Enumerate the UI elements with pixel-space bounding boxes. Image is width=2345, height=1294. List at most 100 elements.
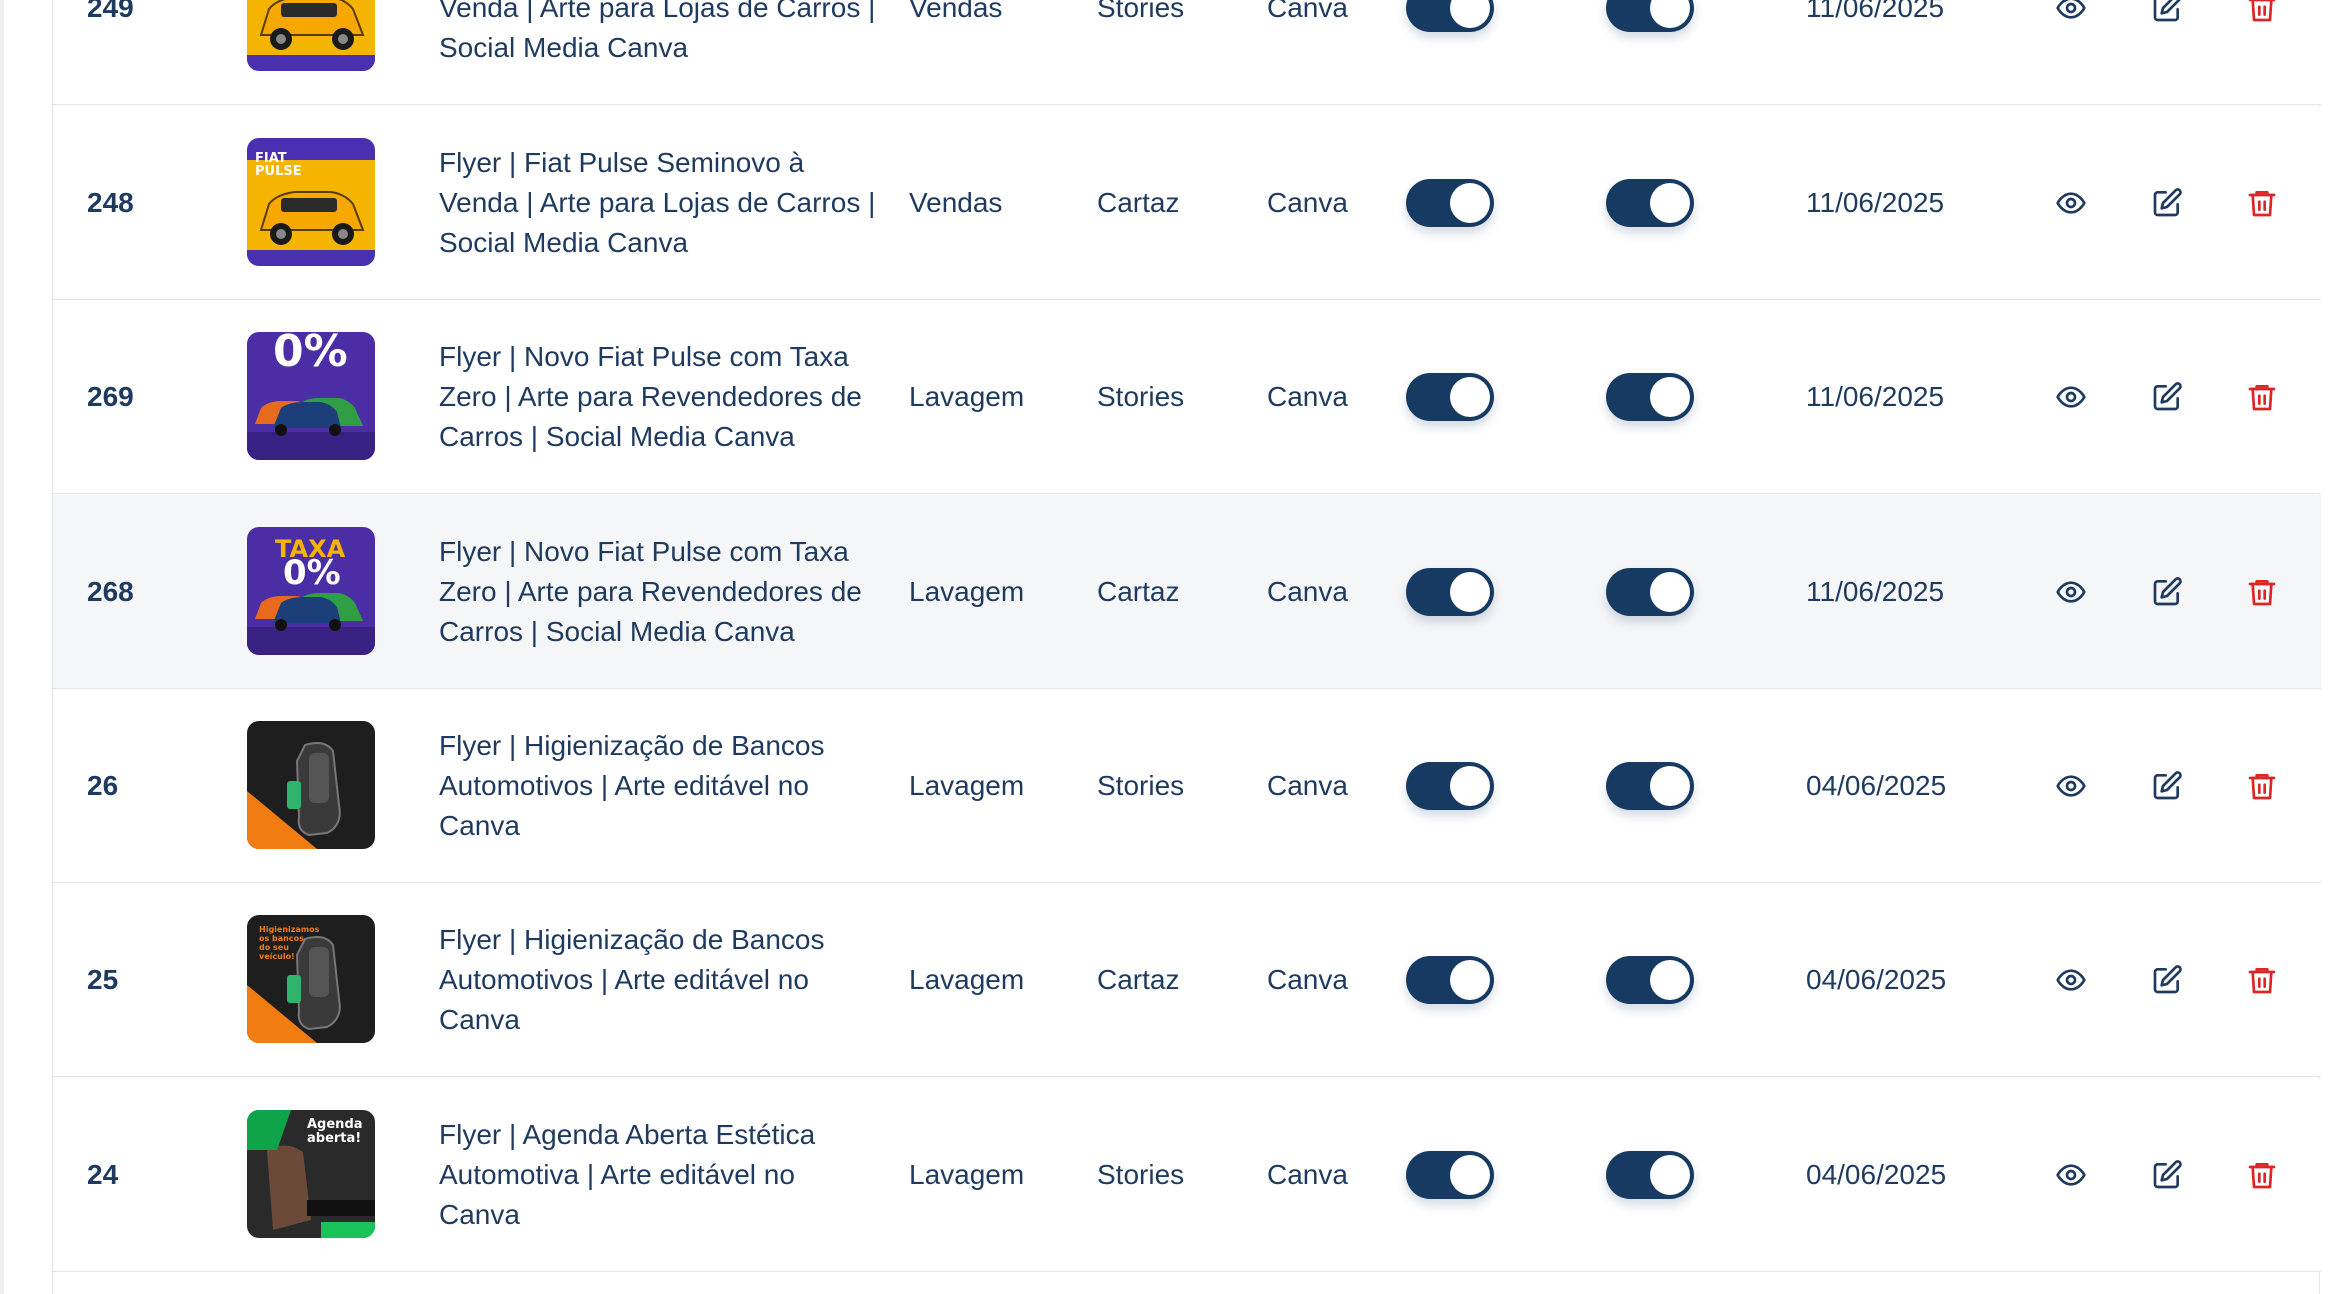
edit-icon[interactable] (2151, 381, 2183, 413)
row-title-cell: Flyer | Novo Fiat Pulse com Taxa Zero | … (439, 495, 879, 688)
row-format: Stories (1097, 380, 1185, 412)
row-date: 11/06/2025 (1806, 575, 1945, 607)
trash-icon[interactable] (2246, 1159, 2278, 1191)
template-thumbnail[interactable]: Higienizamos os bancos do seu veículo! (247, 915, 375, 1043)
template-thumbnail[interactable]: Agenda aberta! (247, 1110, 375, 1238)
row-title: Flyer | Fiat Pulse Seminovo à Venda | Ar… (439, 0, 876, 63)
edit-icon[interactable] (2151, 0, 2183, 24)
row-date: 04/06/2025 (1806, 1158, 1947, 1190)
eye-icon[interactable] (2055, 187, 2087, 219)
row-title: Flyer | Agenda Aberta Estética Automotiv… (439, 1118, 816, 1230)
toggle-knob (1650, 765, 1690, 806)
toggle-knob (1650, 376, 1690, 417)
row-title-cell: Flyer | Higienização de Bancos Automotiv… (439, 689, 879, 882)
trash-icon[interactable] (2246, 381, 2278, 413)
row-tool: Canva (1267, 963, 1348, 995)
toggle-knob (1650, 571, 1690, 612)
table-row[interactable]: 24 Agenda aberta! Flyer | Agenda Aberta Es… (53, 1078, 2321, 1272)
active-toggle[interactable] (1406, 178, 1494, 227)
edit-icon[interactable] (2151, 576, 2183, 608)
eye-icon[interactable] (2055, 0, 2087, 24)
thumb-zero-text: 0% (273, 332, 348, 377)
template-thumbnail[interactable] (247, 0, 375, 71)
active-toggle[interactable] (1406, 372, 1494, 421)
toggle-knob (1450, 571, 1490, 612)
featured-toggle[interactable] (1606, 372, 1694, 421)
toggle-knob (1450, 765, 1490, 806)
featured-toggle[interactable] (1606, 178, 1694, 227)
toggle-knob (1450, 1154, 1490, 1195)
toggle-knob (1450, 376, 1490, 417)
featured-toggle[interactable] (1606, 567, 1694, 616)
row-format: Cartaz (1097, 963, 1180, 995)
active-toggle[interactable] (1406, 1150, 1494, 1199)
row-title-cell: Flyer | Higienização de Bancos Automotiv… (439, 883, 879, 1076)
featured-toggle[interactable] (1606, 761, 1694, 810)
row-id: 268 (87, 575, 134, 607)
toggle-knob (1450, 182, 1490, 223)
active-toggle[interactable] (1406, 567, 1494, 616)
table-row[interactable]: 26 Flyer | Higienização de Bancos Automot… (53, 689, 2321, 883)
table-row[interactable]: 268 TAXA 0% Flyer | Novo Fiat Pulse com Tax… (53, 495, 2321, 689)
active-toggle[interactable] (1406, 761, 1494, 810)
row-id: 25 (87, 963, 119, 995)
row-format: Stories (1097, 1158, 1185, 1190)
table-row[interactable]: 269 0% Flyer | Novo Fiat Pulse com Taxa Ze… (53, 300, 2321, 494)
row-id: 26 (87, 769, 119, 801)
thumb-fiat-pulse-text: FIAT PULSE (255, 151, 302, 179)
page-left-edge (0, 0, 4, 1294)
row-title: Flyer | Higienização de Bancos Automotiv… (439, 729, 825, 841)
row-title: Flyer | Higienização de Bancos Automotiv… (439, 923, 825, 1035)
toggle-knob (1450, 0, 1490, 28)
trash-icon[interactable] (2246, 964, 2278, 996)
template-thumbnail[interactable]: TAXA 0% (247, 527, 375, 655)
table-row[interactable]: 25 Higienizamos os bancos do seu veículo!… (53, 883, 2321, 1077)
featured-toggle[interactable] (1606, 0, 1694, 32)
row-title-cell: Flyer | Novo Fiat Pulse com Taxa Zero | … (439, 300, 879, 493)
template-thumbnail[interactable]: FIAT PULSE (247, 138, 375, 266)
trash-icon[interactable] (2246, 770, 2278, 802)
row-format: Stories (1097, 0, 1185, 23)
row-id: 269 (87, 380, 134, 412)
featured-toggle[interactable] (1606, 1150, 1694, 1199)
row-format: Cartaz (1097, 575, 1180, 607)
trash-icon[interactable] (2246, 576, 2278, 608)
eye-icon[interactable] (2055, 576, 2087, 608)
table-row[interactable]: 249 Flyer | Fiat Pulse Seminovo à Venda |… (53, 0, 2321, 105)
row-format: Stories (1097, 769, 1185, 801)
eye-icon[interactable] (2055, 770, 2087, 802)
trash-icon[interactable] (2246, 187, 2278, 219)
row-id: 248 (87, 186, 134, 218)
template-thumbnail[interactable]: 0% (247, 332, 375, 460)
table-row[interactable]: 248 FIAT PULSE Flyer | Fiat Pulse Seminovo… (53, 106, 2321, 300)
page-right-margin (2321, 0, 2345, 1294)
row-tool: Canva (1267, 0, 1348, 23)
row-title: Flyer | Novo Fiat Pulse com Taxa Zero | … (439, 535, 862, 647)
active-toggle[interactable] (1406, 0, 1494, 32)
row-id: 24 (87, 1158, 119, 1190)
toggle-knob (1650, 182, 1690, 223)
edit-icon[interactable] (2151, 1159, 2183, 1191)
active-toggle[interactable] (1406, 955, 1494, 1004)
row-title: Flyer | Novo Fiat Pulse com Taxa Zero | … (439, 340, 862, 452)
toggle-knob (1650, 0, 1690, 28)
row-id: 249 (87, 0, 134, 23)
edit-icon[interactable] (2151, 187, 2183, 219)
eye-icon[interactable] (2055, 964, 2087, 996)
featured-toggle[interactable] (1606, 955, 1694, 1004)
row-date: 04/06/2025 (1806, 769, 1947, 801)
row-tool: Canva (1267, 769, 1348, 801)
row-title-cell: Flyer | Agenda Aberta Estética Automotiv… (439, 1078, 879, 1271)
row-title-cell: Flyer | Fiat Pulse Seminovo à Venda | Ar… (439, 106, 879, 299)
trash-icon[interactable] (2246, 0, 2278, 24)
eye-icon[interactable] (2055, 381, 2087, 413)
thumb-zero-text: 0% (283, 553, 341, 593)
row-date: 11/06/2025 (1806, 186, 1945, 218)
row-title: Flyer | Fiat Pulse Seminovo à Venda | Ar… (439, 146, 876, 258)
edit-icon[interactable] (2151, 770, 2183, 802)
template-thumbnail[interactable] (247, 721, 375, 849)
row-format: Cartaz (1097, 186, 1180, 218)
eye-icon[interactable] (2055, 1159, 2087, 1191)
templates-table: 249 Flyer | Fiat Pulse Seminovo à Venda |… (52, 0, 2321, 1294)
edit-icon[interactable] (2151, 964, 2183, 996)
